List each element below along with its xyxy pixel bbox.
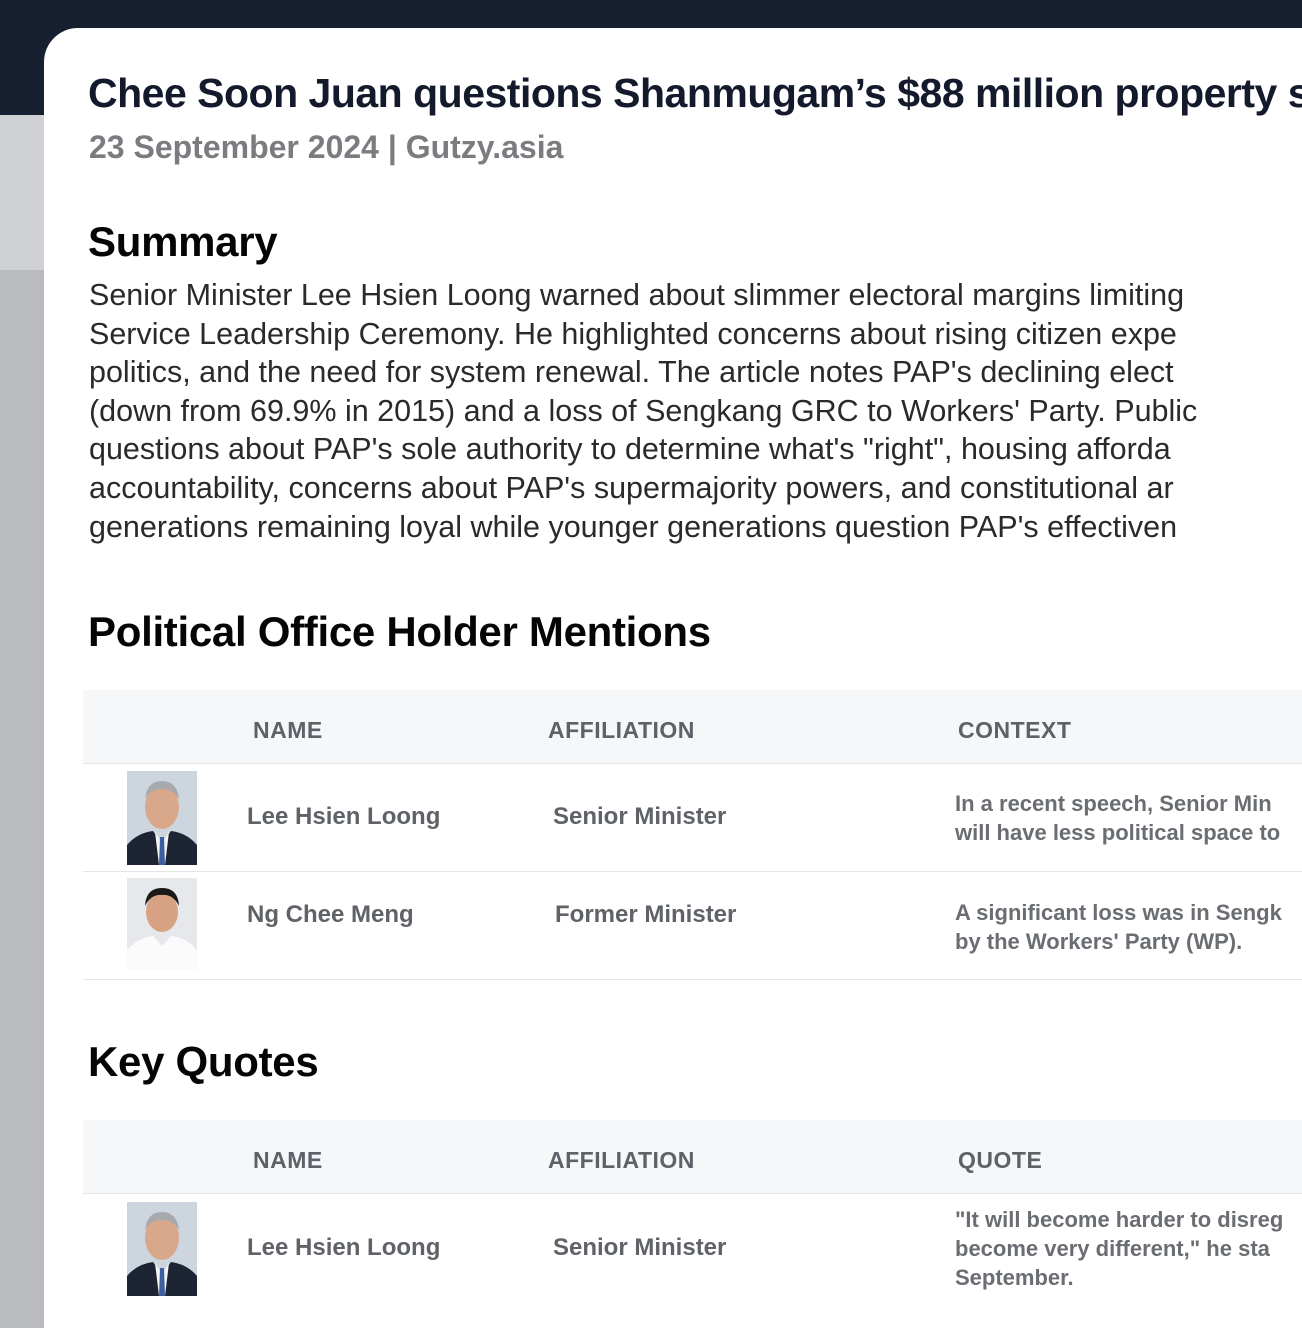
summary-line: (down from 69.9% in 2015) and a loss of …: [89, 393, 1198, 428]
column-header-quote[interactable]: QUOTE: [958, 1147, 1042, 1174]
article-modal: Chee Soon Juan questions Shanmugam’s $88…: [44, 28, 1302, 1328]
summary-line: Senior Minister Lee Hsien Loong warned a…: [89, 278, 1185, 312]
mention-context: In a recent speech, Senior Min will have…: [955, 789, 1280, 847]
summary-line: accountability, concerns about PAP's sup…: [89, 470, 1174, 505]
mentions-table-header: NAME AFFILIATION CONTEXT: [83, 690, 1302, 764]
mention-context: A significant loss was in Sengk by the W…: [955, 898, 1282, 956]
column-header-name[interactable]: NAME: [253, 717, 323, 744]
person-name: Lee Hsien Loong: [247, 1234, 441, 1261]
table-row[interactable]: Ng Chee Meng Former Minister A significa…: [83, 872, 1302, 980]
person-affiliation: Senior Minister: [553, 1234, 727, 1261]
column-header-affiliation[interactable]: AFFILIATION: [548, 717, 695, 744]
quote-line: September.: [955, 1265, 1074, 1290]
table-row[interactable]: Lee Hsien Loong Senior Minister "It will…: [83, 1194, 1302, 1314]
article-title: Chee Soon Juan questions Shanmugam’s $88…: [88, 70, 1302, 116]
context-line: A significant loss was in Sengk: [955, 900, 1282, 925]
quote-text: "It will become harder to disreg become …: [955, 1205, 1283, 1292]
avatar: [127, 771, 197, 865]
context-line: will have less political space to: [955, 820, 1281, 845]
column-header-affiliation[interactable]: AFFILIATION: [548, 1147, 695, 1174]
quote-line: become very different," he sta: [955, 1236, 1270, 1261]
quote-line: "It will become harder to disreg: [955, 1207, 1284, 1232]
avatar: [127, 1202, 197, 1296]
background-panel: [0, 115, 44, 270]
context-line: In a recent speech, Senior Min: [955, 791, 1272, 816]
summary-line: generations remaining loyal while younge…: [89, 509, 1178, 544]
summary-line: politics, and the need for system renewa…: [89, 355, 1174, 390]
table-row[interactable]: Lee Hsien Loong Senior Minister In a rec…: [83, 764, 1302, 872]
person-name: Ng Chee Meng: [247, 901, 414, 928]
column-header-name[interactable]: NAME: [253, 1147, 323, 1174]
summary-text: Senior Minister Lee Hsien Loong warned a…: [89, 276, 1197, 546]
quotes-table-header: NAME AFFILIATION QUOTE: [83, 1120, 1302, 1194]
quotes-heading: Key Quotes: [88, 1038, 319, 1085]
context-line: by the Workers' Party (WP).: [955, 929, 1243, 954]
column-header-context[interactable]: CONTEXT: [958, 717, 1071, 744]
summary-line: questions about PAP's sole authority to …: [89, 432, 1171, 467]
mentions-heading: Political Office Holder Mentions: [88, 608, 711, 655]
person-affiliation: Senior Minister: [553, 803, 727, 830]
summary-line: Service Leadership Ceremony. He highligh…: [89, 316, 1177, 351]
article-meta: 23 September 2024 | Gutzy.asia: [89, 129, 564, 165]
avatar: [127, 878, 197, 970]
summary-heading: Summary: [88, 218, 278, 265]
person-name: Lee Hsien Loong: [247, 803, 441, 830]
person-affiliation: Former Minister: [555, 901, 737, 928]
